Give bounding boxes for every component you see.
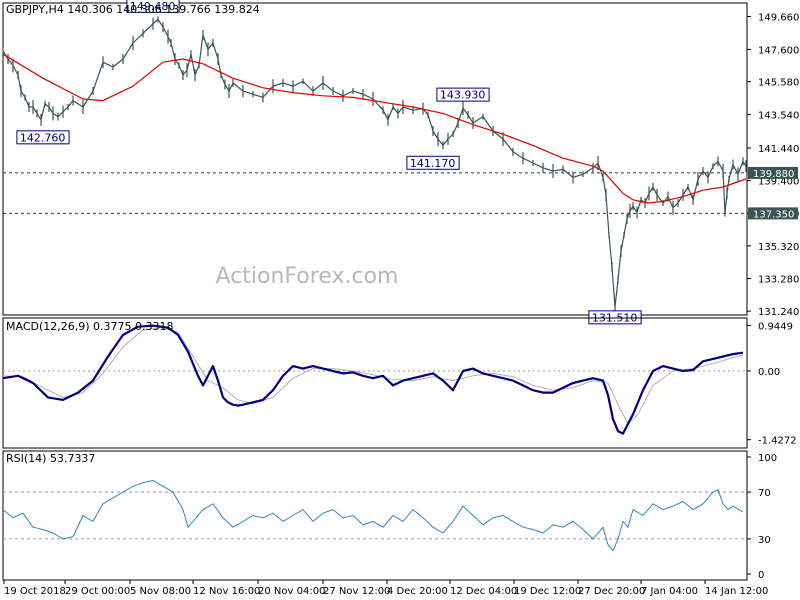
rsi-line [2,479,744,552]
price-panel: 149.660147.600145.580143.540141.440139.4… [2,0,799,325]
macd-panel: 0.9449 0.00 -1.4272 [2,317,797,449]
price-y-tick-label: 147.600 [758,45,799,56]
x-tick-label: 12 Dec 04:00 [450,586,517,597]
level-label: 139.880 [753,169,794,180]
price-y-tick-label: 131.240 [758,307,799,318]
x-tick-label: 20 Nov 04:00 [258,586,325,597]
x-tick-label: 27 Dec 20:00 [578,586,645,597]
panel-frame [2,317,748,449]
x-tick-label: 29 Oct 00:00 [65,586,130,597]
annotation-label: 141.170 [410,157,456,170]
macd-y-tick-label: 0.00 [758,367,780,378]
macd-signal-line [2,327,744,425]
price-y-tick-label: 141.440 [758,144,799,155]
x-tick-label: 27 Nov 12:00 [323,586,390,597]
annotation-label: 142.760 [20,131,66,144]
annotation-label: 143.930 [440,89,486,102]
watermark: ActionForex.com [216,264,399,289]
price-y-tick-label: 133.280 [758,275,799,286]
price-y-tick-label: 135.320 [758,242,799,253]
price-y-tick-label: 143.540 [758,110,799,121]
x-tick-label: 4 Dec 20:00 [387,586,448,597]
gbpjpy-chart: 149.660147.600145.580143.540141.440139.4… [2,0,799,597]
macd-line [2,324,744,435]
x-tick-label: 14 Jan 12:00 [705,586,768,597]
rsi-y-tick-label: 30 [758,535,771,546]
moving-average-line [2,53,747,204]
rsi-header: RSI(14) 53.7337 [6,452,95,465]
x-tick-label: 7 Jan 04:00 [641,586,698,597]
price-y-tick-label: 145.580 [758,78,799,89]
rsi-y-tick-label: 70 [758,488,771,499]
rsi-panel: 100 70 30 0 [2,450,777,581]
price-y-tick-label: 149.660 [758,12,799,23]
x-tick-label: 19 Dec 12:00 [514,586,581,597]
macd-y-tick-label: -1.4272 [758,436,797,447]
chart-header: GBPJPY,H4 140.306 140.306 139.766 139.82… [6,3,260,16]
x-axis: 19 Oct 2018 29 Oct 00:00 5 Nov 08:00 12 Nov… [3,580,768,597]
x-tick-label: 12 Nov 16:00 [193,586,260,597]
macd-y-tick-label: 0.9449 [758,321,793,332]
level-label: 137.350 [753,209,794,220]
x-tick-label: 5 Nov 08:00 [130,586,191,597]
x-tick-label: 19 Oct 2018 [4,586,66,597]
panel-frame [2,450,748,581]
macd-header: MACD(12,26,9) 0.3775 0.3318 [6,320,174,333]
rsi-y-tick-label: 100 [758,453,777,464]
rsi-y-tick-label: 0 [758,570,764,581]
